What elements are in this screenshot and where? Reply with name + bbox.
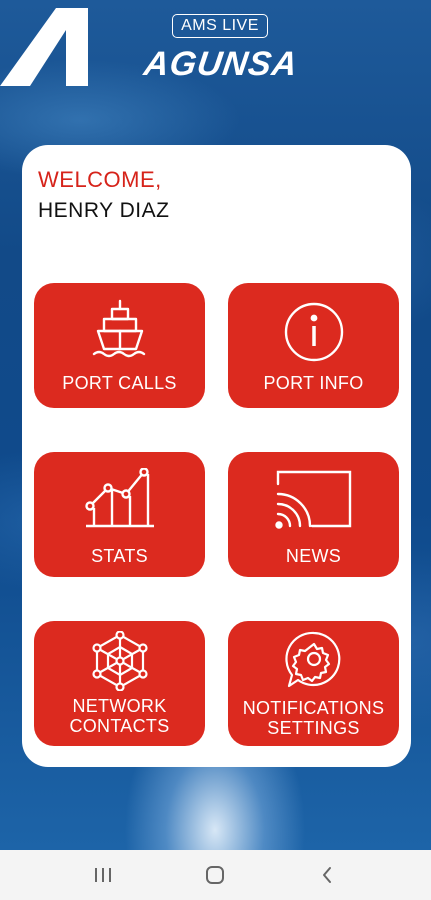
home-icon (206, 866, 224, 884)
agunsa-brand-logo: AGUNSA (141, 45, 301, 83)
ship-icon (92, 299, 145, 358)
network-contacts-button[interactable]: NETWORK CONTACTS (34, 621, 205, 746)
user-name: HENRY DIAZ (38, 199, 170, 222)
home-button[interactable] (185, 850, 245, 900)
info-icon (284, 302, 343, 362)
tile-label-notifications-settings: NOTIFICATIONS SETTINGS (242, 698, 385, 738)
tile-label-stats: STATS (91, 546, 148, 566)
tile-label-news: NEWS (285, 546, 342, 566)
port-calls-button[interactable]: PORT CALLS (34, 283, 205, 408)
network-icon (91, 631, 148, 691)
back-button[interactable] (297, 850, 357, 900)
ams-live-badge: AMS LIVE (172, 14, 268, 38)
stats-button[interactable]: STATS (34, 452, 205, 577)
main-card: WELCOME, HENRY DIAZ PORT CALLS PORT INFO (22, 145, 411, 767)
tile-label-network-contacts: NETWORK CONTACTS (69, 696, 170, 736)
port-info-button[interactable]: PORT INFO (228, 283, 399, 408)
system-navigation-bar (0, 850, 431, 900)
recent-apps-button[interactable] (73, 850, 133, 900)
back-icon (323, 867, 331, 883)
gear-bubble-icon (284, 631, 340, 688)
recent-apps-icon (95, 868, 111, 882)
welcome-greeting: WELCOME, (38, 167, 162, 192)
cast-icon (274, 470, 351, 529)
line-chart-icon (84, 468, 154, 528)
agunsa-a-logo-icon (0, 8, 88, 86)
tile-label-port-calls: PORT CALLS (62, 373, 177, 393)
notifications-settings-button[interactable]: NOTIFICATIONS SETTINGS (228, 621, 399, 746)
tile-label-port-info: PORT INFO (263, 373, 364, 393)
news-button[interactable]: NEWS (228, 452, 399, 577)
